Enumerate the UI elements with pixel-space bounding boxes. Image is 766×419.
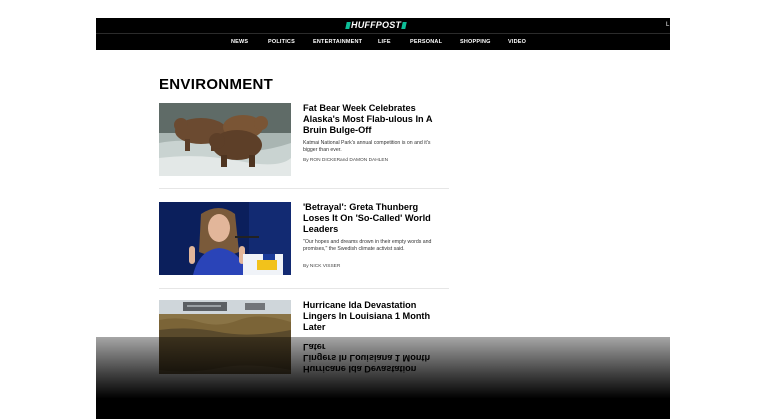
login-link[interactable]: L bbox=[666, 21, 669, 30]
nav-item-video[interactable]: VIDEO bbox=[508, 34, 526, 50]
nav-item-personal[interactable]: PERSONAL bbox=[410, 34, 442, 50]
article-headline[interactable]: Fat Bear Week Celebrates Alaska's Most F… bbox=[303, 103, 438, 136]
speaker-photo-icon bbox=[159, 202, 291, 275]
section-title: ENVIRONMENT bbox=[159, 76, 274, 93]
article-description: "Our hopes and dreams drown in their emp… bbox=[303, 239, 432, 252]
article-card[interactable]: 'Betrayal': Greta Thunberg Loses It On '… bbox=[159, 202, 449, 278]
article-byline[interactable]: By RON DICKERand DAMON DAHLEN bbox=[303, 158, 388, 163]
flood-debris-photo-icon bbox=[159, 300, 291, 337]
article-thumbnail[interactable] bbox=[159, 202, 291, 275]
bear-photo-icon bbox=[159, 103, 291, 176]
browser-page: HUFFPOST L NEWS POLITICS ENTERTAINMENT L… bbox=[96, 18, 670, 419]
huffpost-logo[interactable]: HUFFPOST bbox=[345, 20, 407, 31]
article-divider bbox=[159, 288, 449, 289]
article-thumbnail[interactable] bbox=[159, 300, 291, 337]
article-card[interactable]: Fat Bear Week Celebrates Alaska's Most F… bbox=[159, 103, 449, 179]
nav-item-entertainment[interactable]: ENTERTAINMENT bbox=[313, 34, 362, 50]
article-headline[interactable]: Hurricane Ida Devastation Lingers In Lou… bbox=[303, 300, 438, 333]
article-headline[interactable]: 'Betrayal': Greta Thunberg Loses It On '… bbox=[303, 202, 438, 235]
article-thumbnail[interactable] bbox=[159, 103, 291, 176]
nav-item-shopping[interactable]: SHOPPING bbox=[460, 34, 491, 50]
logo-text: HUFFPOST bbox=[351, 20, 402, 30]
reflection-fade bbox=[96, 337, 670, 419]
logo-slash-icon bbox=[345, 22, 351, 29]
main-nav: NEWS POLITICS ENTERTAINMENT LIFE PERSONA… bbox=[96, 34, 670, 50]
article-description: Katmai National Park's annual competitio… bbox=[303, 140, 431, 153]
nav-item-politics[interactable]: POLITICS bbox=[268, 34, 295, 50]
logo-bar-icon bbox=[401, 22, 407, 29]
page-reflection: Hurricane Ida Devastation Lingers In Lou… bbox=[96, 337, 670, 419]
article-card[interactable]: Hurricane Ida Devastation Lingers In Lou… bbox=[159, 300, 449, 337]
article-byline[interactable]: By NICK VISSER bbox=[303, 264, 340, 269]
top-bar: HUFFPOST L bbox=[96, 18, 670, 33]
nav-item-news[interactable]: NEWS bbox=[231, 34, 248, 50]
nav-item-life[interactable]: LIFE bbox=[378, 34, 391, 50]
article-divider bbox=[159, 188, 449, 189]
